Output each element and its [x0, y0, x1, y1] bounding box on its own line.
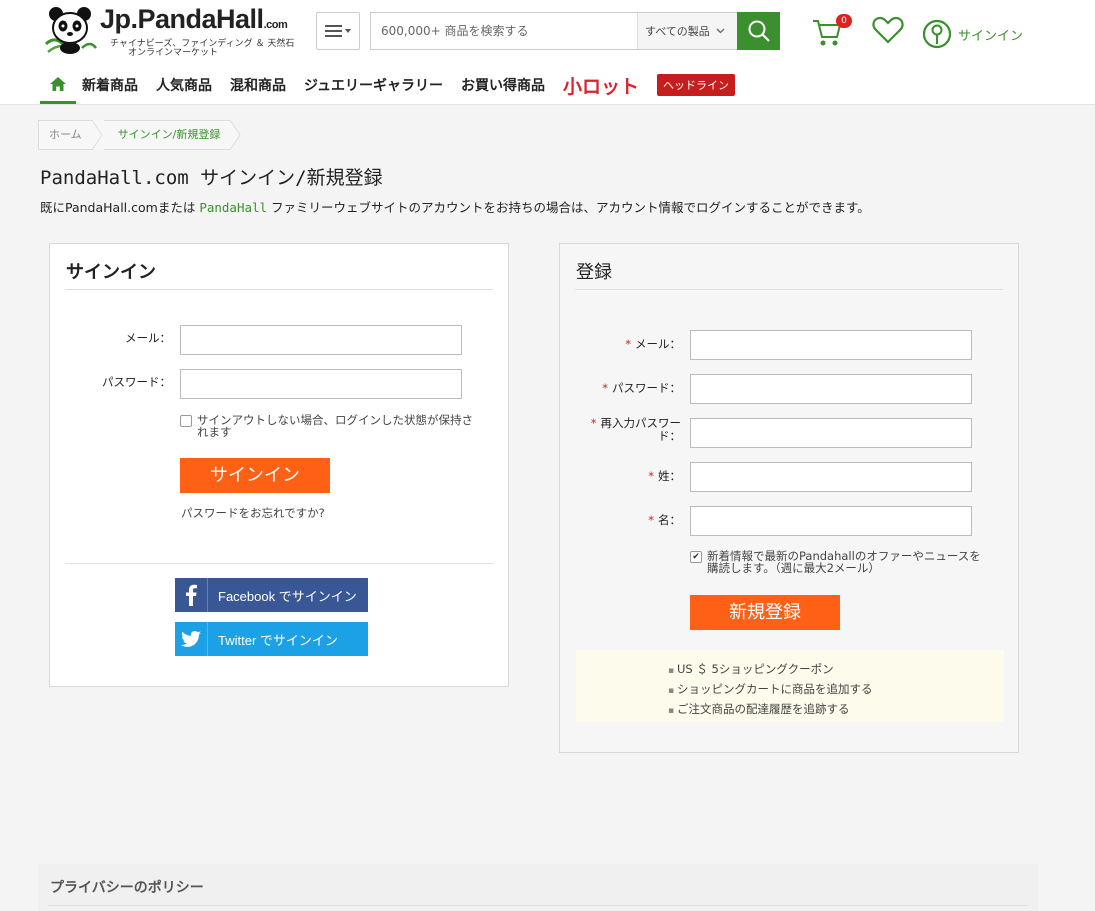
nav-mixed[interactable]: 混和商品	[230, 75, 286, 95]
category-menu-button[interactable]	[316, 12, 360, 50]
benefit-item: ショッピングカートに商品を追加する	[668, 680, 1004, 700]
home-icon	[50, 76, 66, 91]
remember-me-label: サインアウトしない場合、ログインした状態が保持されます	[197, 413, 473, 439]
benefit-item: US ＄ 5ショッピングクーポン	[668, 660, 1004, 680]
cart-button[interactable]: 0	[812, 14, 852, 48]
privacy-section: プライバシーのポリシー	[38, 864, 1038, 911]
newsletter-label: 新着情報で最新のPandahallのオファーやニュースを購読します。（週に最大2…	[707, 549, 981, 575]
search-bar: すべての製品	[370, 12, 780, 50]
privacy-title[interactable]: プライバシーのポリシー	[50, 877, 204, 897]
register-first-name-field[interactable]	[690, 506, 972, 536]
user-icon	[922, 19, 952, 49]
register-benefits: US ＄ 5ショッピングクーポン ショッピングカートに商品を追加する ご注文商品…	[576, 650, 1004, 722]
site-logo[interactable]: Jp.PandaHall.com チャイナビーズ、ファインディング ＆ 天然石 …	[40, 2, 300, 58]
intro-text-pre: 既にPandaHall.comまたは	[40, 200, 200, 215]
breadcrumb-separator	[91, 120, 104, 150]
benefit-item: ご注文商品の配達履歴を追跡する	[668, 700, 1004, 720]
panda-logo-icon	[44, 7, 97, 54]
facebook-signin-button[interactable]: Facebook でサインイン	[175, 578, 368, 612]
nav-small-lot[interactable]: 小ロット	[563, 72, 639, 99]
main-nav: 新着商品 人気商品 混和商品 ジュエリーギャラリー お買い得商品 小ロット ヘッ…	[40, 66, 736, 104]
breadcrumb-current: サインイン/新規登録	[103, 120, 231, 150]
register-confirm-password-label: * 再入力パスワー ド：	[590, 416, 681, 443]
remember-me-checkbox[interactable]	[180, 415, 192, 427]
remember-me-row: サインアウトしない場合、ログインした状態が保持されます	[180, 414, 480, 438]
signin-email-field[interactable]	[180, 325, 462, 355]
twitter-signin-label: Twitter でサインイン	[218, 632, 338, 648]
register-button[interactable]: 新規登録	[690, 595, 840, 630]
site-header: Jp.PandaHall.com チャイナビーズ、ファインディング ＆ 天然石 …	[0, 0, 1095, 105]
category-select-value: すべての製品	[645, 25, 710, 38]
divider	[575, 289, 1003, 290]
heart-icon	[872, 16, 904, 44]
brand-tagline-2: オンラインマーケット	[128, 48, 219, 58]
search-icon	[748, 20, 770, 42]
divider	[65, 563, 493, 564]
hamburger-icon	[325, 25, 351, 37]
signin-email-label: メール：	[125, 331, 171, 345]
nav-home[interactable]	[40, 66, 76, 104]
chevron-down-icon	[716, 28, 725, 34]
signin-link-label: サインイン	[958, 28, 1024, 44]
intro-pandahall-link[interactable]: PandaHall	[199, 200, 267, 215]
newsletter-row: ✔ 新着情報で最新のPandahallのオファーやニュースを購読します。（週に最…	[690, 550, 990, 574]
nav-jewelry-gallery[interactable]: ジュエリーギャラリー	[304, 75, 443, 95]
register-password-field[interactable]	[690, 374, 972, 404]
forgot-password-link[interactable]: パスワードをお忘れですか?	[181, 505, 325, 521]
category-select[interactable]: すべての製品	[637, 13, 737, 49]
signin-button[interactable]: サインイン	[180, 458, 330, 493]
search-input[interactable]	[371, 13, 637, 49]
register-panel: 登録 * メール： * パスワード： * 再入力パスワー ド： * 姓： * 名： ✔ 新着…	[559, 243, 1019, 753]
divider	[65, 289, 493, 290]
breadcrumb-end	[230, 120, 241, 150]
signin-panel: サインイン メール： パスワード： サインアウトしない場合、ログインした状態が保…	[49, 243, 509, 687]
signin-password-field[interactable]	[180, 369, 462, 399]
register-password-label: * パスワード：	[602, 381, 681, 395]
nav-headline-badge[interactable]: ヘッドライン	[657, 74, 736, 96]
search-button[interactable]	[737, 12, 780, 50]
cart-count-badge: 0	[836, 14, 852, 28]
register-email-field[interactable]	[690, 330, 972, 360]
intro-text-post: ファミリーウェブサイトのアカウントをお持ちの場合は、アカウント情報でログインする…	[267, 200, 870, 215]
register-last-name-label: * 姓：	[648, 469, 681, 483]
nav-popular[interactable]: 人気商品	[156, 75, 212, 95]
signin-title: サインイン	[66, 262, 156, 283]
nav-new-arrivals[interactable]: 新着商品	[82, 75, 138, 95]
brand-name: Jp.PandaHall.com	[100, 4, 288, 34]
signin-password-label: パスワード：	[102, 375, 171, 389]
page-title: PandaHall.com サインイン/新規登録	[40, 167, 383, 189]
divider	[48, 905, 1028, 906]
register-last-name-field[interactable]	[690, 462, 972, 492]
register-first-name-label: * 名：	[648, 513, 681, 527]
register-title: 登録	[576, 262, 612, 283]
wishlist-button[interactable]	[872, 16, 904, 47]
facebook-signin-label: Facebook でサインイン	[218, 588, 357, 604]
register-email-label: * メール：	[625, 337, 681, 351]
twitter-icon	[175, 622, 208, 656]
breadcrumb: ホーム サインイン/新規登録	[38, 120, 242, 150]
account-signin-link[interactable]: サインイン	[922, 19, 1023, 49]
page-intro: 既にPandaHall.comまたは PandaHall ファミリーウェブサイト…	[40, 197, 870, 216]
nav-deals[interactable]: お買い得商品	[461, 75, 545, 95]
facebook-icon	[175, 578, 208, 612]
register-confirm-password-field[interactable]	[690, 418, 972, 448]
twitter-signin-button[interactable]: Twitter でサインイン	[175, 622, 368, 656]
newsletter-checkbox[interactable]: ✔	[690, 551, 702, 563]
breadcrumb-home[interactable]: ホーム	[38, 120, 92, 150]
